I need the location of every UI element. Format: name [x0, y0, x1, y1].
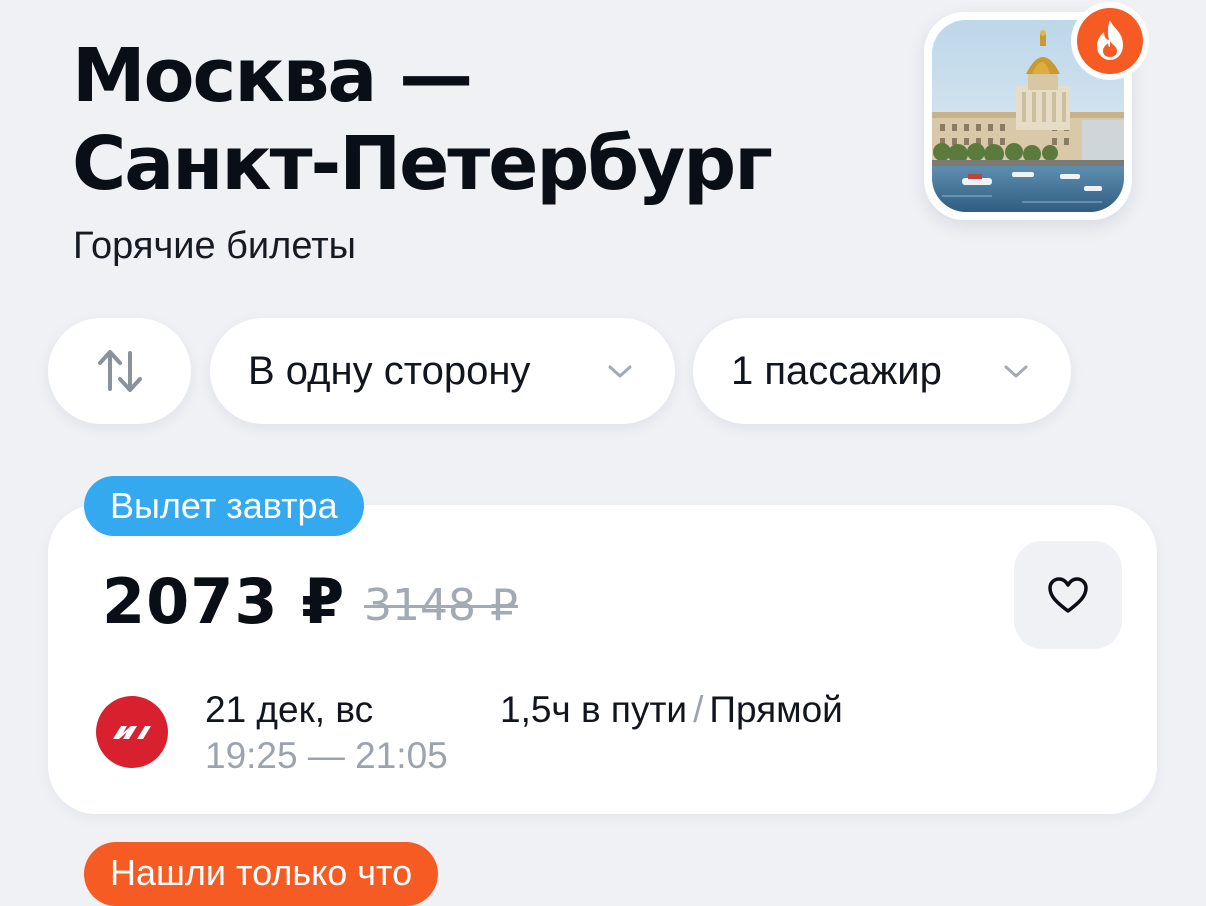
- swap-direction-button[interactable]: [48, 318, 191, 424]
- airline-logo-icon: [113, 726, 151, 739]
- next-ticket-tag: Нашли только что: [84, 842, 439, 906]
- favorite-button[interactable]: [1014, 541, 1122, 649]
- fire-icon: [1077, 8, 1143, 74]
- flight-duration: 1,5ч в пути: [500, 689, 688, 730]
- route-to: Санкт-Петербург: [72, 121, 773, 207]
- flight-stops: Прямой: [709, 689, 843, 730]
- departure-tag: Вылет завтра: [84, 476, 364, 536]
- flight-time-range: 19:25 — 21:05: [205, 735, 448, 776]
- chevron-down-icon: [1004, 365, 1028, 378]
- ticket-old-price: 3148 ₽: [364, 580, 518, 631]
- swap-arrows-icon: [97, 350, 142, 392]
- flight-info: 1,5ч в пути / Прямой: [500, 688, 843, 732]
- ticket-price: 2073 ₽: [102, 565, 346, 638]
- direction-select-label: В одну сторону: [248, 348, 531, 393]
- passengers-select-label: 1 пассажир: [731, 348, 942, 393]
- route-title: Москва — Санкт-Петербург: [72, 32, 852, 208]
- route-from: Москва —: [72, 33, 473, 119]
- airline-logo: [96, 696, 168, 768]
- flight-date: 21 дек, вс: [205, 689, 374, 730]
- chevron-down-icon: [608, 365, 632, 378]
- heart-icon: [1048, 577, 1088, 613]
- hot-badge: [1071, 2, 1149, 80]
- flight-info-separator: /: [693, 689, 704, 730]
- page-subtitle: Горячие билеты: [73, 225, 356, 267]
